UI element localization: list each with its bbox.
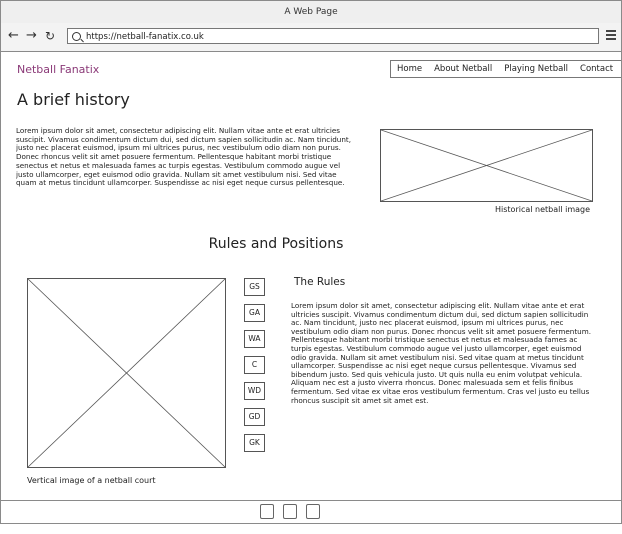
position-button-c[interactable]: C [244, 356, 265, 374]
court-image-placeholder [27, 278, 226, 468]
nav-home[interactable]: Home [391, 61, 428, 77]
rules-subheading: The Rules [294, 276, 346, 288]
rules-text: Lorem ipsum dolor sit amet, consectetur … [291, 302, 591, 405]
history-text: Lorem ipsum dolor sit amet, consectetur … [16, 127, 351, 188]
footer-button-2[interactable] [283, 504, 297, 519]
footer-button-3[interactable] [306, 504, 320, 519]
site-brand[interactable]: Netball Fanatix [17, 63, 99, 76]
position-button-gs[interactable]: GS [244, 278, 265, 296]
url-text: https://netball-fanatix.co.uk [86, 32, 204, 42]
reload-icon[interactable]: ↻ [45, 29, 55, 43]
nav-contact[interactable]: Contact [574, 61, 619, 77]
browser-toolbar: ← → ↻ https://netball-fanatix.co.uk [0, 23, 622, 52]
address-bar[interactable]: https://netball-fanatix.co.uk [67, 28, 599, 44]
search-icon [72, 32, 81, 41]
window-title-bar: A Web Page [0, 0, 622, 24]
history-heading: A brief history [17, 90, 130, 109]
footer-button-1[interactable] [260, 504, 274, 519]
court-image-caption: Vertical image of a netball court [27, 476, 156, 485]
arrow-right-icon[interactable]: → [26, 29, 37, 43]
rules-heading: Rules and Positions [208, 236, 344, 252]
nav-about-netball[interactable]: About Netball [428, 61, 498, 77]
page-viewport: Netball Fanatix Home About Netball Playi… [0, 52, 622, 500]
position-button-gk[interactable]: GK [244, 434, 265, 452]
historical-image-caption: Historical netball image [495, 205, 591, 214]
nav-playing-netball[interactable]: Playing Netball [498, 61, 574, 77]
historical-image-placeholder [380, 129, 593, 202]
window-title: A Web Page [284, 7, 338, 17]
top-navigation: Home About Netball Playing Netball Conta… [390, 60, 621, 78]
position-button-wa[interactable]: WA [244, 330, 265, 348]
hamburger-menu-icon[interactable] [606, 30, 616, 32]
arrow-left-icon[interactable]: ← [8, 29, 19, 43]
position-button-gd[interactable]: GD [244, 408, 265, 426]
position-button-ga[interactable]: GA [244, 304, 265, 322]
position-button-wd[interactable]: WD [244, 382, 265, 400]
browser-footer [0, 500, 622, 524]
